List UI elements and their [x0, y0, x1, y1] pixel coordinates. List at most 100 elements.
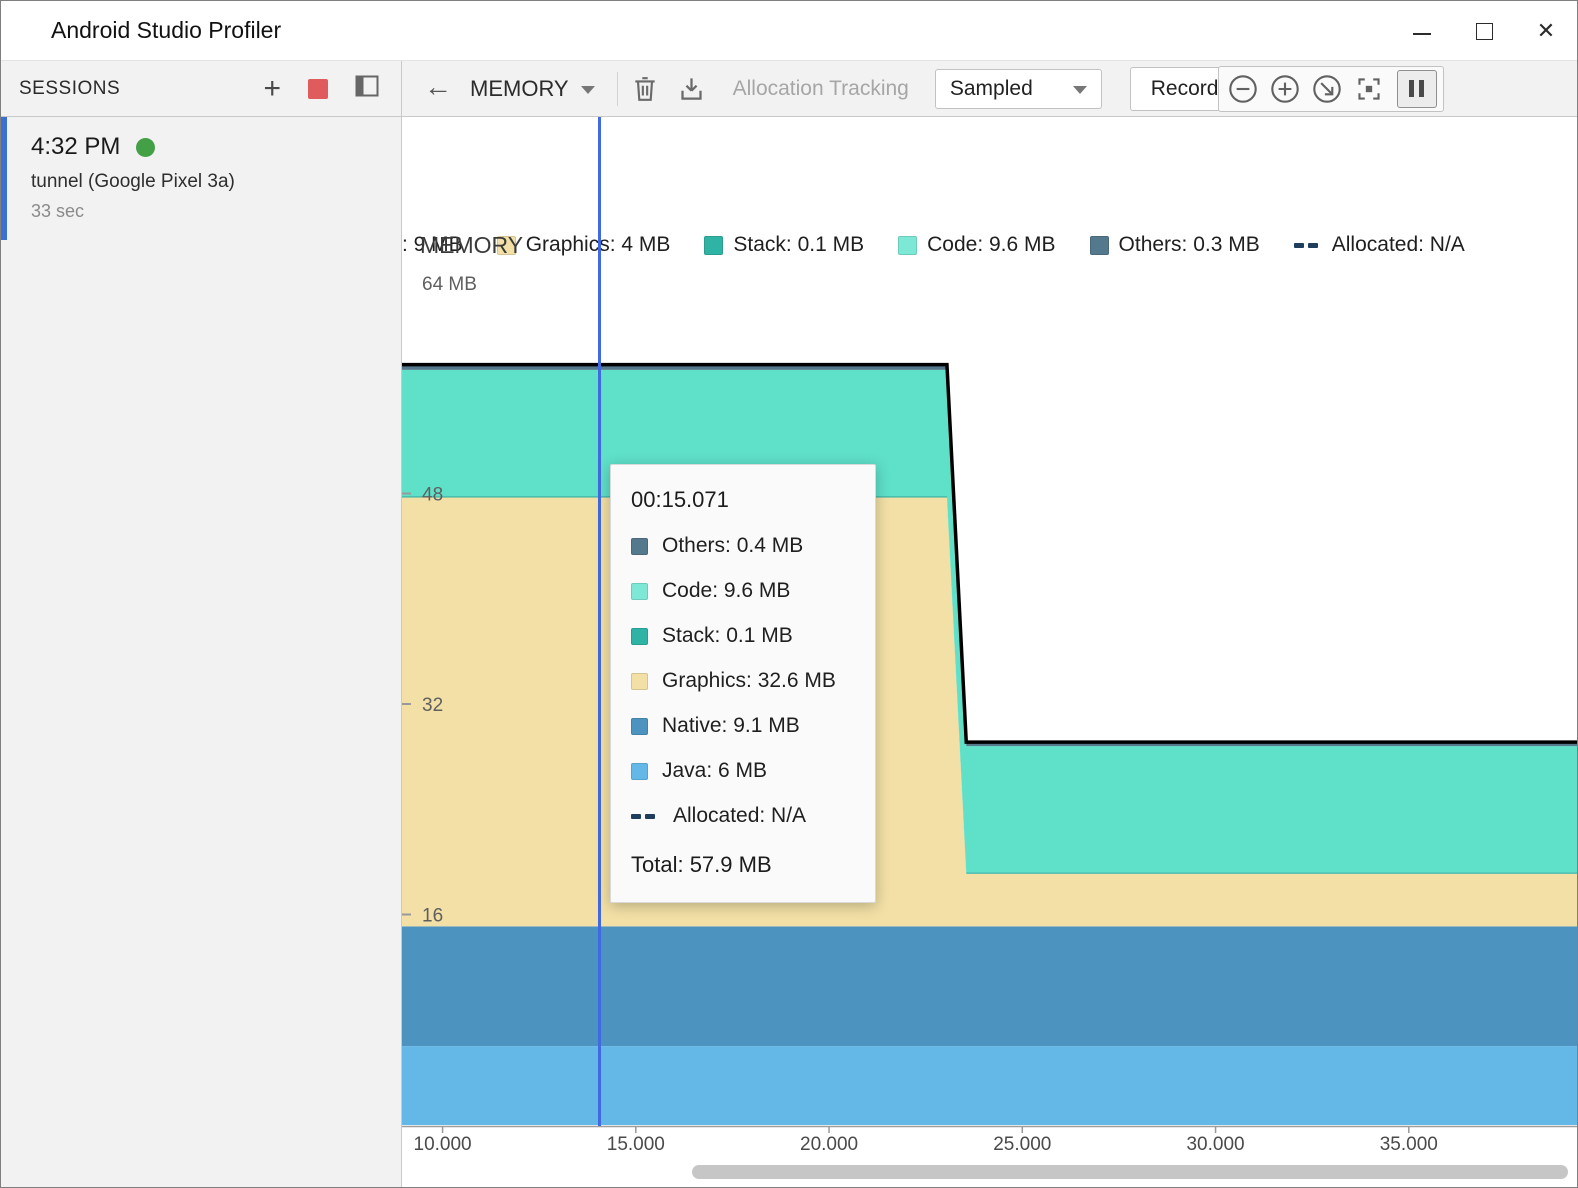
tooltip-row: Allocated: N/A [631, 804, 855, 828]
tooltip-row: Graphics: 32.6 MB [631, 669, 855, 693]
tooltip-total: Total: 57.9 MB [631, 852, 855, 878]
sessions-panel: 4:32 PM tunnel (Google Pixel 3a) 33 sec [1, 117, 402, 1188]
memory-chart[interactable]: 64 MB483216 [402, 117, 1577, 1147]
panel-icon [355, 75, 379, 97]
titlebar: Android Studio Profiler ✕ [1, 1, 1577, 61]
zoom-to-selection-button[interactable] [1351, 71, 1387, 107]
color-swatch-icon [631, 628, 648, 645]
heap-dump-button[interactable] [678, 75, 705, 102]
x-axis-label: 10.000 [402, 1134, 488, 1156]
maximize-button[interactable] [1453, 1, 1515, 61]
x-axis-label: 30.000 [1171, 1134, 1261, 1156]
zoom-out-button[interactable] [1225, 71, 1261, 107]
x-axis-label: 25.000 [977, 1134, 1067, 1156]
color-swatch-icon [1090, 236, 1109, 255]
chevron-down-icon [1073, 86, 1087, 94]
zoom-in-button[interactable] [1267, 71, 1303, 107]
chart-tooltip: 00:15.071 Others: 0.4 MB Code: 9.6 MB Stac… [610, 464, 876, 903]
allocation-mode-value: Sampled [950, 77, 1033, 101]
tooltip-row-label: Graphics: 32.6 MB [662, 669, 836, 693]
tooltip-row: Others: 0.4 MB [631, 534, 855, 558]
x-axis-label: 15.000 [591, 1134, 681, 1156]
tooltip-row: Java: 6 MB [631, 759, 855, 783]
stage-dropdown[interactable]: MEMORY [470, 76, 595, 102]
allocation-tracking-label: Allocation Tracking [733, 77, 909, 101]
memory-chart-area: 64 MB483216 MEMORY : 9 MB Graphics: 4 MB… [402, 117, 1577, 1188]
color-swatch-icon [704, 236, 723, 255]
minimize-button[interactable] [1391, 1, 1453, 61]
close-icon: ✕ [1537, 18, 1555, 44]
legend-label: Allocated: N/A [1332, 233, 1465, 257]
x-axis-label: 20.000 [784, 1134, 874, 1156]
sessions-title: SESSIONS [19, 78, 120, 100]
reset-zoom-button[interactable] [1309, 71, 1345, 107]
collapse-panel-button[interactable] [355, 75, 379, 102]
memory-stage-label: MEMORY [420, 232, 523, 259]
minimize-icon [1413, 33, 1431, 35]
pause-icon [1419, 80, 1424, 97]
frame-selection-icon [1351, 71, 1387, 107]
maximize-icon [1476, 23, 1493, 40]
toolbar-divider [617, 72, 618, 106]
color-swatch-icon [631, 763, 648, 780]
stop-session-button[interactable] [308, 79, 328, 99]
close-button[interactable]: ✕ [1515, 1, 1577, 61]
tooltip-row: Stack: 0.1 MB [631, 624, 855, 648]
tooltip-row-label: Native: 9.1 MB [662, 714, 800, 738]
stage-toolbar: ← MEMORY Allocation Tracking [402, 61, 1577, 116]
color-swatch-icon [898, 236, 917, 255]
sessions-actions: + [263, 74, 379, 104]
tooltip-row-label: Stack: 0.1 MB [662, 624, 793, 648]
horizontal-scrollbar [402, 1163, 1577, 1181]
window-controls: ✕ [1391, 1, 1577, 61]
tooltip-row-label: Others: 0.4 MB [662, 534, 803, 558]
y-axis-label: 48 [422, 485, 443, 506]
toolbar: SESSIONS + ← MEMORY [1, 61, 1577, 117]
y-axis-label: 16 [422, 906, 443, 927]
color-swatch-icon [631, 538, 648, 555]
session-time: 4:32 PM [31, 133, 120, 161]
tooltip-time: 00:15.071 [631, 487, 855, 513]
add-session-button[interactable]: + [263, 74, 281, 104]
dump-download-icon [678, 75, 705, 102]
x-axis-label: 35.000 [1364, 1134, 1454, 1156]
area-series-native [402, 926, 1577, 1046]
pause-live-button[interactable] [1397, 70, 1437, 108]
legend-label: Code: 9.6 MB [927, 233, 1055, 257]
stage-dropdown-label: MEMORY [470, 76, 569, 102]
back-button[interactable]: ← [424, 71, 452, 103]
sessions-header: SESSIONS + [1, 61, 402, 116]
session-item[interactable]: 4:32 PM tunnel (Google Pixel 3a) 33 sec [1, 117, 401, 240]
legend-item: Others: 0.3 MB [1090, 233, 1260, 257]
x-axis: 10.000 15.000 20.000 25.000 30.000 35.000 [402, 1134, 1577, 1164]
delete-session-button[interactable] [632, 75, 658, 103]
y-axis-label: 32 [422, 695, 443, 716]
tooltip-row: Code: 9.6 MB [631, 579, 855, 603]
zoom-controls [1218, 66, 1444, 112]
dashed-swatch-icon [631, 814, 659, 819]
color-swatch-icon [631, 673, 648, 690]
color-swatch-icon [631, 718, 648, 735]
tooltip-row-label: Code: 9.6 MB [662, 579, 790, 603]
scrollbar-thumb[interactable] [692, 1165, 1568, 1179]
dashed-swatch-icon [1294, 243, 1322, 248]
window-title: Android Studio Profiler [51, 17, 281, 44]
chevron-down-icon [581, 86, 595, 94]
pause-icon [1409, 80, 1414, 97]
legend-label: Others: 0.3 MB [1119, 233, 1260, 257]
legend-label: Stack: 0.1 MB [733, 233, 864, 257]
allocation-mode-dropdown[interactable]: Sampled [935, 69, 1102, 109]
zoom-out-icon [1225, 71, 1261, 107]
session-duration: 33 sec [31, 201, 401, 222]
legend-item: Allocated: N/A [1294, 233, 1465, 257]
color-swatch-icon [631, 583, 648, 600]
area-series-java [402, 1046, 1577, 1125]
session-device: tunnel (Google Pixel 3a) [31, 171, 401, 193]
chart-legend: : 9 MB Graphics: 4 MBStack: 0.1 MBCode: … [402, 233, 1465, 257]
reset-zoom-icon [1309, 71, 1345, 107]
window-body: 4:32 PM tunnel (Google Pixel 3a) 33 sec … [1, 117, 1577, 1188]
zoom-in-icon [1267, 71, 1303, 107]
tooltip-row-label: Allocated: N/A [673, 804, 806, 828]
tooltip-row: Native: 9.1 MB [631, 714, 855, 738]
live-indicator-icon [136, 138, 155, 157]
